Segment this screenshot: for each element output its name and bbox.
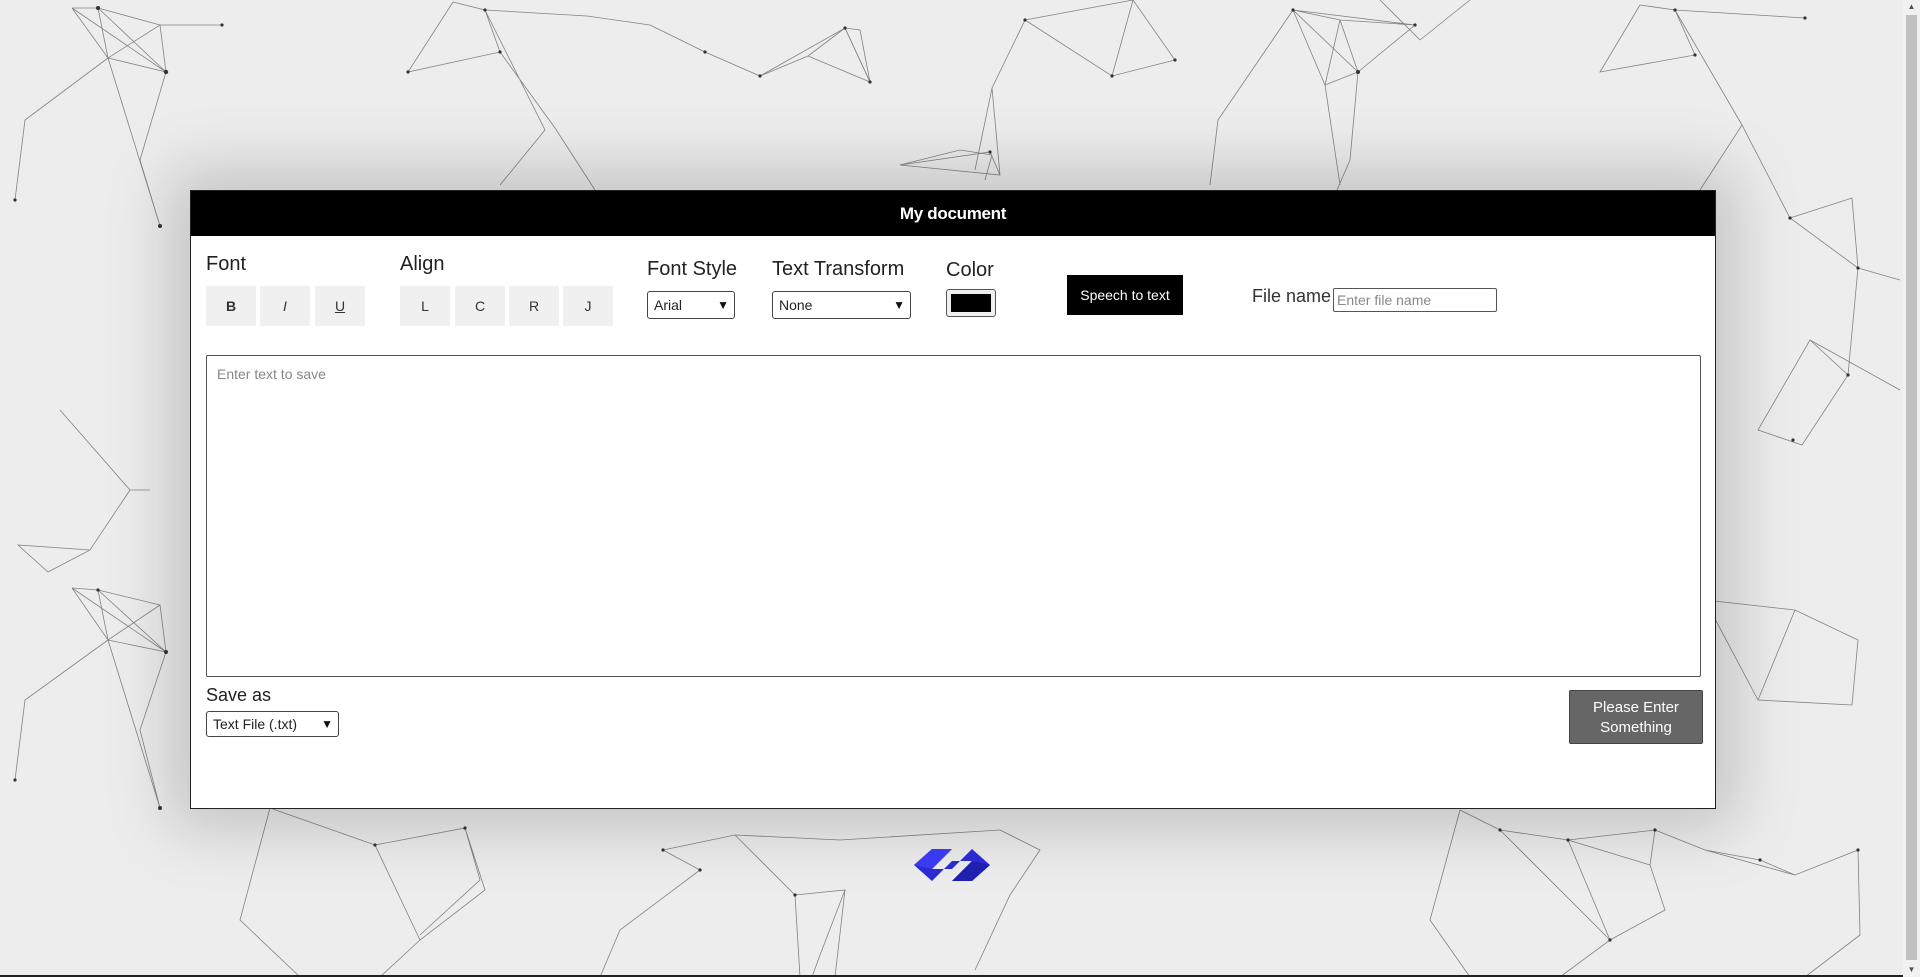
align-center-button[interactable]: C [455, 286, 505, 326]
scrollbar-thumb[interactable] [1906, 15, 1917, 960]
align-justify-button[interactable]: J [563, 286, 613, 326]
color-picker-fill [951, 294, 991, 312]
page-scrollbar[interactable]: ▲ ▼ [1903, 0, 1920, 977]
align-right-button[interactable]: R [509, 286, 559, 326]
bold-button[interactable]: B [206, 286, 256, 326]
save-button-line2: Something [1600, 719, 1672, 736]
align-left-button[interactable]: L [400, 286, 450, 326]
s-logo-icon [910, 845, 994, 885]
align-group-label: Align [400, 253, 445, 275]
text-transform-select[interactable]: None ▼ [772, 291, 911, 319]
text-transform-value: None [779, 297, 813, 313]
underline-button[interactable]: U [315, 286, 365, 326]
save-as-label: Save as [206, 685, 272, 705]
file-name-input[interactable]: Enter file name [1333, 288, 1497, 312]
document-editor-card: My document Font B I U Align L C R J Fon… [190, 190, 1716, 809]
chevron-down-icon: ▼ [893, 298, 905, 312]
file-name-label: File name [1252, 286, 1332, 306]
font-style-label: Font Style [647, 258, 738, 280]
chevron-down-icon: ▼ [321, 717, 333, 731]
document-text-area[interactable]: Enter text to save [206, 355, 1701, 677]
italic-button[interactable]: I [260, 286, 310, 326]
font-style-select[interactable]: Arial ▼ [647, 291, 735, 319]
font-group-label: Font [206, 253, 247, 275]
save-as-value: Text File (.txt) [213, 716, 298, 732]
color-picker[interactable] [946, 289, 996, 317]
color-label: Color [946, 259, 994, 281]
scroll-down-arrow-icon[interactable]: ▼ [1903, 963, 1920, 977]
chevron-down-icon: ▼ [717, 298, 729, 312]
save-button-line1: Please Enter [1593, 699, 1679, 716]
scroll-up-arrow-icon[interactable]: ▲ [1903, 0, 1920, 14]
speech-to-text-button[interactable]: Speech to text [1067, 275, 1183, 315]
document-title: My document [191, 191, 1715, 236]
save-as-select[interactable]: Text File (.txt) ▼ [206, 711, 339, 737]
save-document-button[interactable]: Please Enter Something [1569, 690, 1703, 744]
font-style-value: Arial [654, 297, 683, 313]
text-transform-label: Text Transform [772, 258, 905, 280]
